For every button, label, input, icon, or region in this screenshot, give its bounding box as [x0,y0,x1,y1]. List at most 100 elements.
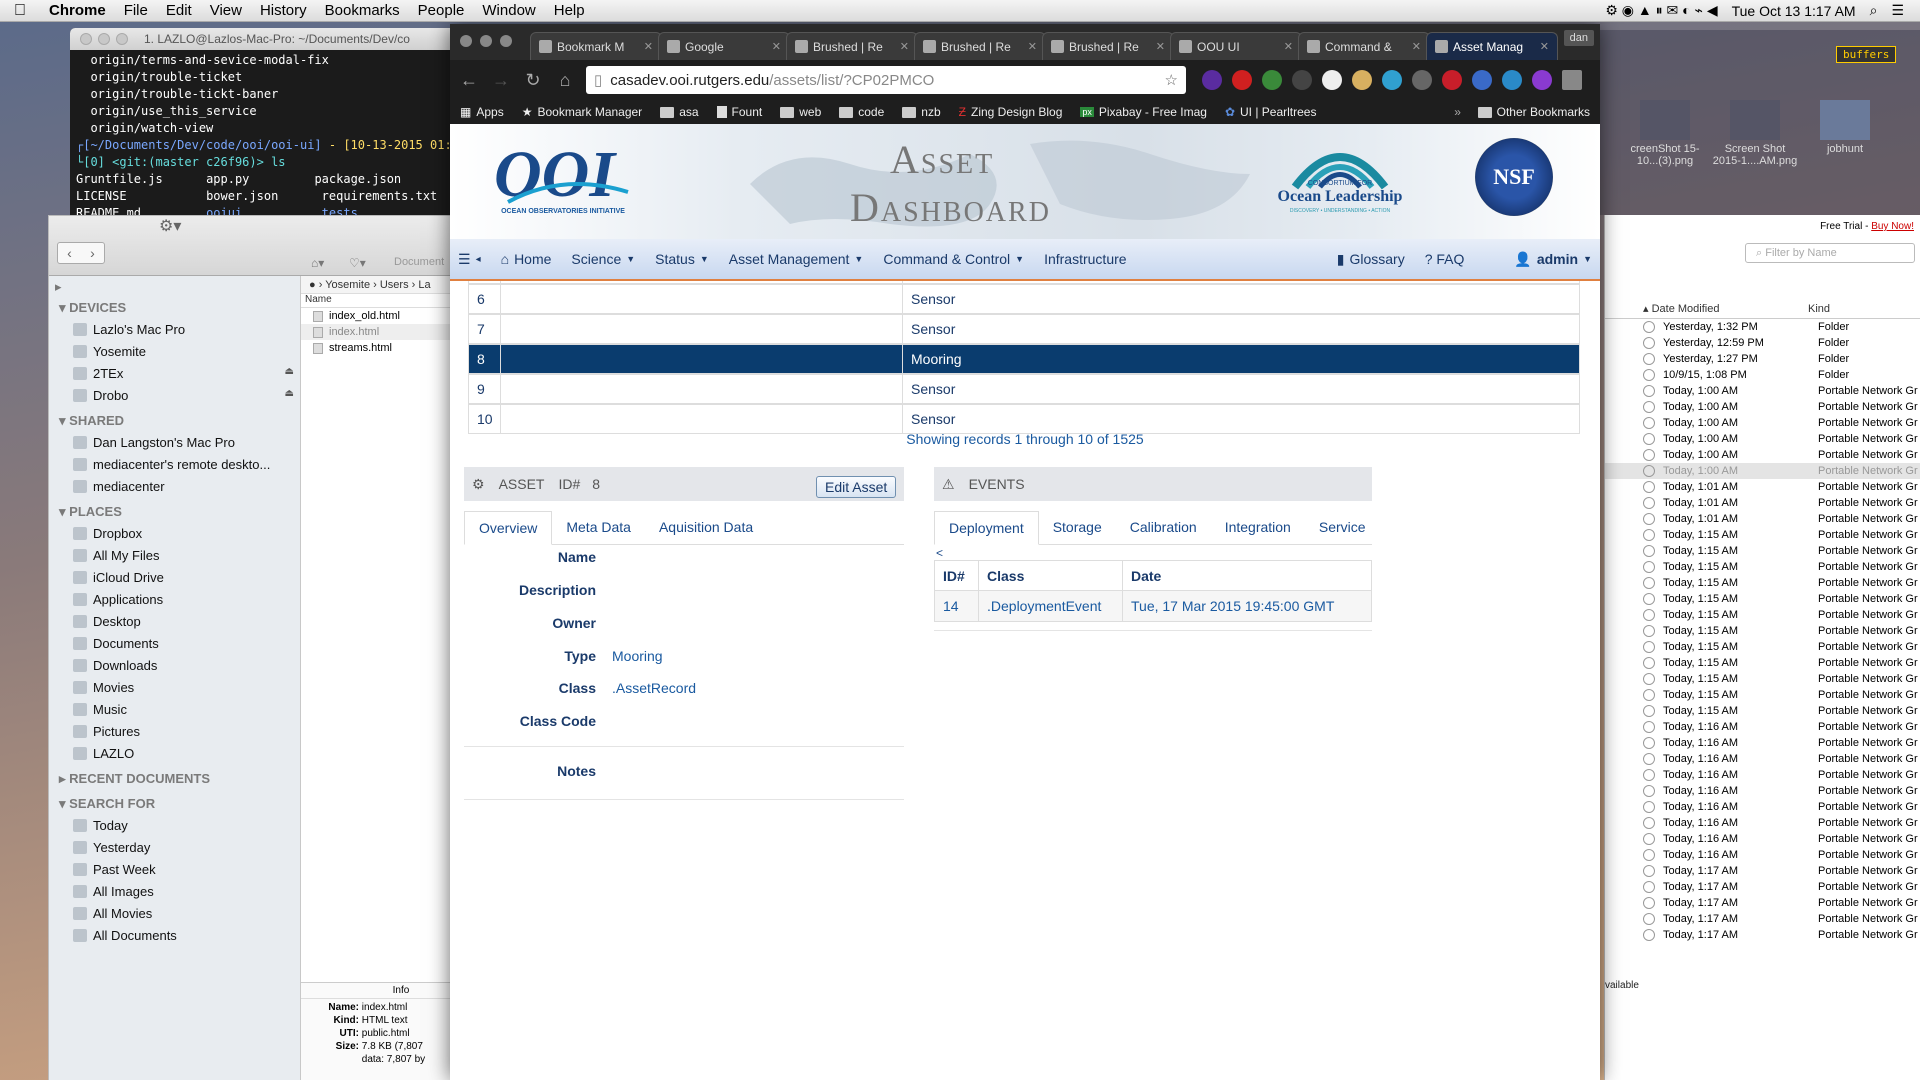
sidebar-item[interactable]: Applications [49,589,300,611]
column-kind[interactable]: Kind [1808,303,1830,315]
finder2-row[interactable]: Today, 1:16 AM Portable Network Gr [1605,735,1920,751]
bookmark-manager[interactable]: ★ Bookmark Manager [522,105,642,119]
minimize-button[interactable] [480,35,492,47]
menu-bookmarks[interactable]: Bookmarks [316,2,409,19]
finder2-row[interactable]: Today, 1:16 AM Portable Network Gr [1605,831,1920,847]
browser-tab[interactable]: Asset Manag ✕ [1426,32,1558,60]
browser-tab[interactable]: Google ✕ [658,32,790,60]
notes-ext-icon[interactable] [1352,70,1372,90]
ocean-leadership-logo[interactable]: CONSORTIUM FOR Ocean Leadership DISCOVER… [1270,132,1410,222]
finder2-row[interactable]: Today, 1:16 AM Portable Network Gr [1605,799,1920,815]
nav-science[interactable]: Science ▼ [561,251,645,267]
menu-help[interactable]: Help [545,2,594,19]
nav-faq[interactable]: ? FAQ [1415,251,1475,267]
sidebar-section-search-for[interactable]: ▾ SEARCH FOR [49,790,300,815]
tab-deployment[interactable]: Deployment [934,511,1039,545]
menu-chrome[interactable]: Chrome [40,2,115,19]
browser-tab[interactable]: Brushed | Re ✕ [1042,32,1174,60]
menu-toggle[interactable]: ☰ ◂ [450,251,491,268]
col-date[interactable]: Date [1123,561,1371,590]
music-ext-icon[interactable] [1532,70,1552,90]
jb-ext-icon[interactable] [1502,70,1522,90]
bookmark-item[interactable]: ✿ UI | Pearltrees [1225,105,1317,119]
sidebar-section-places[interactable]: ▾ PLACES [49,498,300,523]
finder2-row[interactable]: 10/9/15, 1:08 PM Folder [1605,367,1920,383]
eject-icon[interactable]: ⏏ [285,388,294,399]
profile-button[interactable]: dan [1563,30,1594,46]
finder2-row[interactable]: Today, 1:15 AM Portable Network Gr [1605,655,1920,671]
bookmark-star-icon[interactable]: ☆ [1165,71,1178,89]
bookmark-folder[interactable]: nzb [902,105,941,119]
close-button[interactable] [460,35,472,47]
address-bar[interactable]: ▯ casadev.ooi.rutgers.edu/assets/list/?C… [586,66,1186,94]
finder2-row[interactable]: Today, 1:16 AM Portable Network Gr [1605,847,1920,863]
sidebar-item[interactable]: Today [49,815,300,837]
close-tab-icon[interactable]: ✕ [644,40,653,53]
sidebar-item[interactable]: Movies [49,677,300,699]
close-tab-icon[interactable]: ✕ [1412,40,1421,53]
finder2-row[interactable]: Today, 1:15 AM Portable Network Gr [1605,591,1920,607]
finder2-row[interactable]: Yesterday, 1:32 PM Folder [1605,319,1920,335]
bookmark-folder[interactable]: web [780,105,821,119]
close-button[interactable] [80,33,92,45]
ooi-logo[interactable]: OOI OCEAN OBSERVATORIES INITIATIVE [488,132,638,222]
desktop-folder-icon[interactable]: jobhunt [1800,100,1890,155]
close-tab-icon[interactable]: ✕ [1028,40,1037,53]
color-ext-icon[interactable] [1382,70,1402,90]
bookmark-item[interactable]: Fount [716,105,762,119]
browser-tab[interactable]: OOU UI ✕ [1170,32,1302,60]
finder2-row[interactable]: Today, 1:17 AM Portable Network Gr [1605,911,1920,927]
zoom-button[interactable] [116,33,128,45]
finder-window[interactable]: ‹ › ⚙▾ ⌂▾ ♡▾ Document ▸ ▾ DEVICES Lazlo's … [48,215,501,1080]
home-icon[interactable]: ⌂ [554,70,576,91]
nav-infrastructure[interactable]: Infrastructure [1034,251,1136,267]
finder2-row[interactable]: Today, 1:15 AM Portable Network Gr [1605,559,1920,575]
close-tab-icon[interactable]: ✕ [772,40,781,53]
finder2-row[interactable]: Today, 1:01 AM Portable Network Gr [1605,511,1920,527]
filter-input[interactable]: ⌕ Filter by Name [1745,243,1915,263]
bookmark-item[interactable]: px Pixabay - Free Imag [1080,105,1207,119]
browser-tab[interactable]: Brushed | Re ✕ [786,32,918,60]
desktop-file-icon[interactable]: creenShot 15-10...(3).png [1620,100,1710,167]
sidebar-item[interactable]: mediacenter's remote deskto... [49,454,300,476]
nav-command-control[interactable]: Command & Control ▼ [873,251,1034,267]
desktop-file-icon[interactable]: Screen Shot 2015-1....AM.png [1710,100,1800,167]
finder2-row[interactable]: Today, 1:00 AM Portable Network Gr [1605,431,1920,447]
menu-edit[interactable]: Edit [157,2,201,19]
browser-tab[interactable]: Command & ✕ [1298,32,1430,60]
tab-service[interactable]: Service [1305,510,1380,544]
table-row[interactable]: 7 Sensor [468,314,1580,344]
tab-meta-data[interactable]: Meta Data [552,510,645,544]
bookmark-folder[interactable]: asa [660,105,699,119]
tab-storage[interactable]: Storage [1039,510,1116,544]
sidebar-item[interactable]: 2TEx ⏏ [49,363,300,385]
tab-calibration[interactable]: Calibration [1116,510,1211,544]
finder2-row[interactable]: Today, 1:16 AM Portable Network Gr [1605,815,1920,831]
sidebar-item[interactable]: Dropbox [49,523,300,545]
nav-glossary[interactable]: ▮ Glossary [1327,251,1415,268]
menu-window[interactable]: Window [473,2,544,19]
menu-history[interactable]: History [251,2,316,19]
forward-arrow-icon[interactable]: › [90,245,95,261]
close-tab-icon[interactable]: ✕ [1156,40,1165,53]
heart-icon[interactable]: ♡▾ [349,256,366,270]
finder2-row[interactable]: Yesterday, 12:59 PM Folder [1605,335,1920,351]
finder2-row[interactable]: Today, 1:17 AM Portable Network Gr [1605,927,1920,943]
finder2-row[interactable]: Today, 1:16 AM Portable Network Gr [1605,719,1920,735]
spotlight-icon[interactable]: ⌕ [1870,2,1878,19]
table-row[interactable]: 10 Sensor [468,404,1580,434]
finder2-row[interactable]: Today, 1:15 AM Portable Network Gr [1605,527,1920,543]
sidebar-toggle[interactable]: ▸ [49,276,300,294]
ext-icon[interactable] [1412,70,1432,90]
tab-integration[interactable]: Integration [1211,510,1305,544]
sidebar-item[interactable]: Music [49,699,300,721]
eject-icon[interactable]: ⏏ [285,366,294,377]
close-tab-icon[interactable]: ✕ [1284,40,1293,53]
finder2-row[interactable]: Today, 1:15 AM Portable Network Gr [1605,575,1920,591]
close-tab-icon[interactable]: ✕ [1540,40,1549,53]
finder2-row[interactable]: Yesterday, 1:27 PM Folder [1605,351,1920,367]
back-arrow-icon[interactable]: ‹ [67,245,72,261]
events-back-link[interactable]: < [936,546,943,560]
finder2-row[interactable]: Today, 1:01 AM Portable Network Gr [1605,495,1920,511]
chrome-window[interactable]: Bookmark M ✕ Google ✕ Brushed | Re ✕ Brushed |… [450,24,1600,1080]
